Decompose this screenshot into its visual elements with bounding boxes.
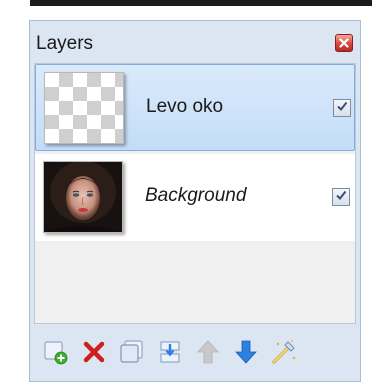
layer-thumbnail-transparent <box>44 72 124 144</box>
add-layer-button[interactable] <box>40 336 72 368</box>
layer-properties-icon <box>270 338 298 366</box>
layer-row-levo-oko[interactable]: Levo oko <box>35 64 355 151</box>
delete-layer-icon <box>82 340 106 364</box>
move-layer-up-button[interactable] <box>192 336 224 368</box>
layer-name: Levo oko <box>146 96 224 117</box>
layer-row-background[interactable]: Background <box>35 154 355 241</box>
duplicate-layer-button[interactable] <box>116 336 148 368</box>
delete-layer-button[interactable] <box>78 336 110 368</box>
duplicate-layer-icon <box>119 339 145 365</box>
layers-panel: Layers Levo oko Background <box>29 20 361 382</box>
layer-list: Levo oko Background <box>34 63 356 324</box>
layer-thumbnail-portrait <box>43 161 123 233</box>
move-layer-down-button[interactable] <box>230 336 262 368</box>
layers-toolbar <box>34 327 356 377</box>
checkmark-icon <box>335 188 347 206</box>
title-strip <box>0 0 376 20</box>
add-layer-icon <box>43 339 69 365</box>
layers-window: Layers Levo oko Background <box>0 0 376 387</box>
layer-visibility-checkbox[interactable] <box>333 99 351 117</box>
layer-properties-button[interactable] <box>268 336 300 368</box>
close-icon <box>339 38 349 48</box>
merge-down-button[interactable] <box>154 336 186 368</box>
close-button[interactable] <box>335 34 353 52</box>
checkmark-icon <box>336 99 348 117</box>
move-down-icon <box>234 339 258 365</box>
window-edge <box>30 0 372 6</box>
move-up-icon <box>196 339 220 365</box>
merge-down-icon <box>157 339 183 365</box>
layer-visibility-checkbox[interactable] <box>332 188 350 206</box>
panel-header: Layers <box>30 21 360 61</box>
panel-title: Layers <box>36 33 94 54</box>
layer-name: Background <box>145 185 247 206</box>
